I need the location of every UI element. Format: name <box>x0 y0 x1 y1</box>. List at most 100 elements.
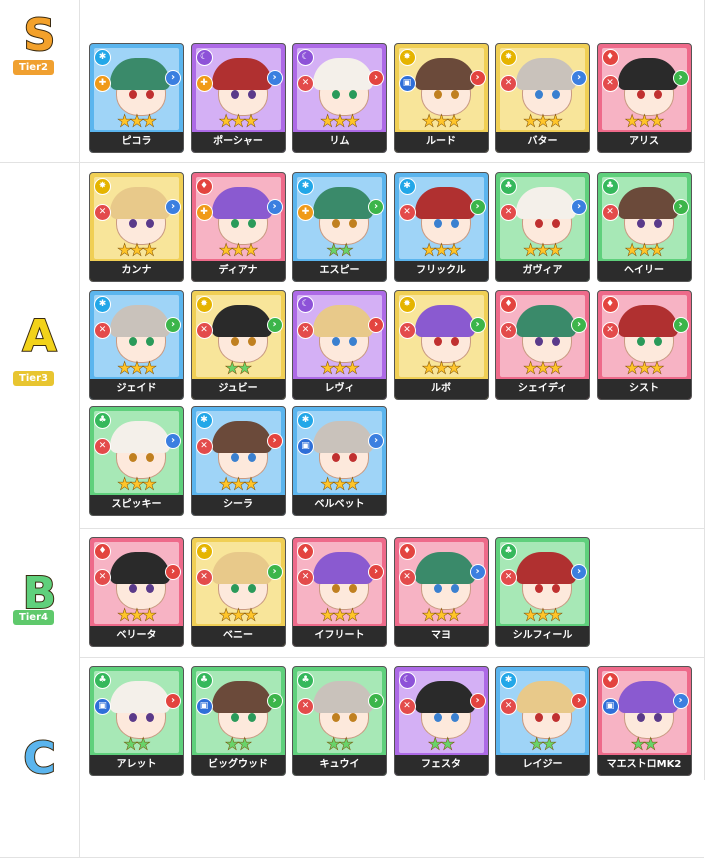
flame-icon: ♦ <box>500 296 517 313</box>
character-card[interactable]: ☾ ✕ › ★★★ レヴィ <box>292 290 387 400</box>
portrait-hair <box>617 305 678 337</box>
character-card[interactable]: ✱ ✕ › ★★★ ジェイド <box>89 290 184 400</box>
character-name: ディアナ <box>191 261 285 281</box>
character-name: ポーシャー <box>191 132 285 152</box>
sun-icon: ✸ <box>500 49 517 66</box>
leaf-icon: ♣ <box>297 672 314 689</box>
character-card[interactable]: ✱ ✕ › ★★ レイジー <box>495 666 590 776</box>
character-card[interactable]: ☾ ✕ › ★★★ リム <box>292 43 387 153</box>
crossed-swords-icon: ✕ <box>500 569 517 586</box>
portrait-hair <box>110 58 170 90</box>
chevron-right-icon: › <box>672 693 689 709</box>
tier-letter: S <box>23 10 57 61</box>
leaf-icon: ♣ <box>195 672 213 689</box>
character-card[interactable]: ♦ ✕ › ★★★ マヨ <box>393 537 489 647</box>
star-rating: ★★★ <box>320 606 359 624</box>
portrait-eye <box>636 713 645 722</box>
character-card[interactable]: ♣ ✕ › ★★★ シルフィール <box>495 537 590 647</box>
star-rating: ★★★ <box>523 359 562 377</box>
tier-label-cell: A Tier3 <box>0 163 80 528</box>
star-rating: ★★ <box>530 735 557 753</box>
star-rating: ★★★ <box>422 112 461 130</box>
crossed-swords-icon: ✕ <box>195 438 213 455</box>
crossed-swords-icon: ✕ <box>398 204 416 221</box>
portrait-hair <box>516 681 576 713</box>
star-rating: ★★★ <box>625 112 664 130</box>
character-name: ジュビー <box>191 379 285 399</box>
portrait-eye <box>146 453 154 462</box>
character-card[interactable]: ♦ ✕ › ★★★ シェイディ <box>495 290 590 400</box>
character-card[interactable]: ✸ ✕ › ★★★ バター <box>495 43 590 153</box>
character-name: ベルベット <box>293 495 386 515</box>
portrait-hair <box>313 421 373 453</box>
character-name: リム <box>293 132 386 152</box>
star-rating: ★★★ <box>625 359 664 377</box>
portrait-hair <box>110 305 170 337</box>
character-card[interactable]: ✸ ✕ › ★★★ カンナ <box>89 172 184 282</box>
character-card[interactable]: ☾ ✕ › ★★ フェスタ <box>393 666 489 776</box>
character-name: マヨ <box>394 626 488 646</box>
character-card[interactable]: ♦ ✕ › ★★★ アリス <box>596 43 692 153</box>
character-card[interactable]: ♣ ▣ › ★★ ビッグウッド <box>190 666 286 776</box>
chevron-right-icon: › <box>165 433 181 449</box>
character-card[interactable]: ♣ ▣ › ★★ アレット <box>89 666 184 776</box>
tier-label-cell: S Tier2 <box>0 0 80 162</box>
portrait-hair <box>110 681 170 713</box>
moon-icon: ☾ <box>398 672 416 689</box>
character-card[interactable]: ♣ ✕ › ★★ キュウイ <box>292 666 387 776</box>
character-card[interactable]: ✸ ▣ › ★★★ ルード <box>393 43 489 153</box>
character-card[interactable]: ♦ ▣ › ★★ マエストロMK2 <box>596 666 692 776</box>
portrait-eye <box>349 713 357 722</box>
portrait-eye <box>552 337 560 346</box>
portrait-eye <box>332 584 340 593</box>
character-card[interactable]: ♣ ✕ › ★★★ ヘイリー <box>596 172 692 282</box>
chevron-right-icon: › <box>165 693 181 709</box>
character-card[interactable]: ✸ ✕ › ★★ ジュビー <box>190 290 286 400</box>
chevron-right-icon: › <box>368 317 384 333</box>
character-card[interactable]: ✱ ✕ › ★★★ フリックル <box>393 172 489 282</box>
moon-icon: ☾ <box>297 49 314 66</box>
portrait-eye <box>433 90 442 99</box>
crossed-swords-icon: ✕ <box>500 204 517 221</box>
shield-icon: ▣ <box>94 698 111 715</box>
portrait-hair <box>414 552 475 584</box>
character-card[interactable]: ♦ ✕ › ★★★ シスト <box>596 290 692 400</box>
character-card[interactable]: ✱ ▣ › ★★★ ベルベット <box>292 406 387 516</box>
leaf-icon: ♣ <box>500 543 517 560</box>
character-card[interactable]: ✱ ✚ › ★★★ ピコラ <box>89 43 184 153</box>
character-name: ベリータ <box>90 626 183 646</box>
portrait-hair <box>516 187 576 219</box>
portrait-eye <box>247 337 256 346</box>
snowflake-icon: ✱ <box>500 672 517 689</box>
star-rating: ★★★ <box>117 606 156 624</box>
character-name: ガヴィア <box>496 261 589 281</box>
tier-letter: A <box>21 311 57 362</box>
portrait-eye <box>129 337 137 346</box>
character-card[interactable]: ♦ ✚ › ★★★ ディアナ <box>190 172 286 282</box>
portrait-eye <box>332 90 340 99</box>
character-name: シーラ <box>191 495 285 515</box>
crossed-swords-icon: ✕ <box>500 75 517 92</box>
character-card[interactable]: ♣ ✕ › ★★★ スピッキー <box>89 406 184 516</box>
tier-row-a: A Tier3 ✸ ✕ › ★★★ カンナ ♦ ✚ › ★★★ ディアナ ✱ ✚ › ★★ エスピー ✱ ✕ › ★★★… <box>0 163 704 529</box>
character-card[interactable]: ✸ ✕ › ★★★ ルボ <box>393 290 489 400</box>
star-rating: ★★★ <box>320 475 359 493</box>
character-card[interactable]: ✱ ✚ › ★★ エスピー <box>292 172 387 282</box>
chevron-right-icon: › <box>469 317 486 333</box>
character-card[interactable]: ♣ ✕ › ★★★ ガヴィア <box>495 172 590 282</box>
crossed-swords-icon: ✕ <box>94 569 111 586</box>
character-card[interactable]: ♦ ✕ › ★★★ イフリート <box>292 537 387 647</box>
portrait-hair <box>414 58 475 90</box>
character-card[interactable]: ✸ ✕ › ★★★ ベニー <box>190 537 286 647</box>
portrait-hair <box>211 305 272 337</box>
star-rating: ★★★ <box>117 241 156 259</box>
portrait-hair <box>313 305 373 337</box>
character-card[interactable]: ☾ ✚ › ★★★ ポーシャー <box>190 43 286 153</box>
portrait-eye <box>332 219 340 228</box>
character-card[interactable]: ♦ ✕ › ★★★ ベリータ <box>89 537 184 647</box>
crossed-swords-icon: ✕ <box>195 569 213 586</box>
portrait-eye <box>129 90 137 99</box>
portrait-eye <box>535 90 543 99</box>
character-card[interactable]: ✱ ✕ › ★★★ シーラ <box>190 406 286 516</box>
chevron-right-icon: › <box>469 199 486 215</box>
